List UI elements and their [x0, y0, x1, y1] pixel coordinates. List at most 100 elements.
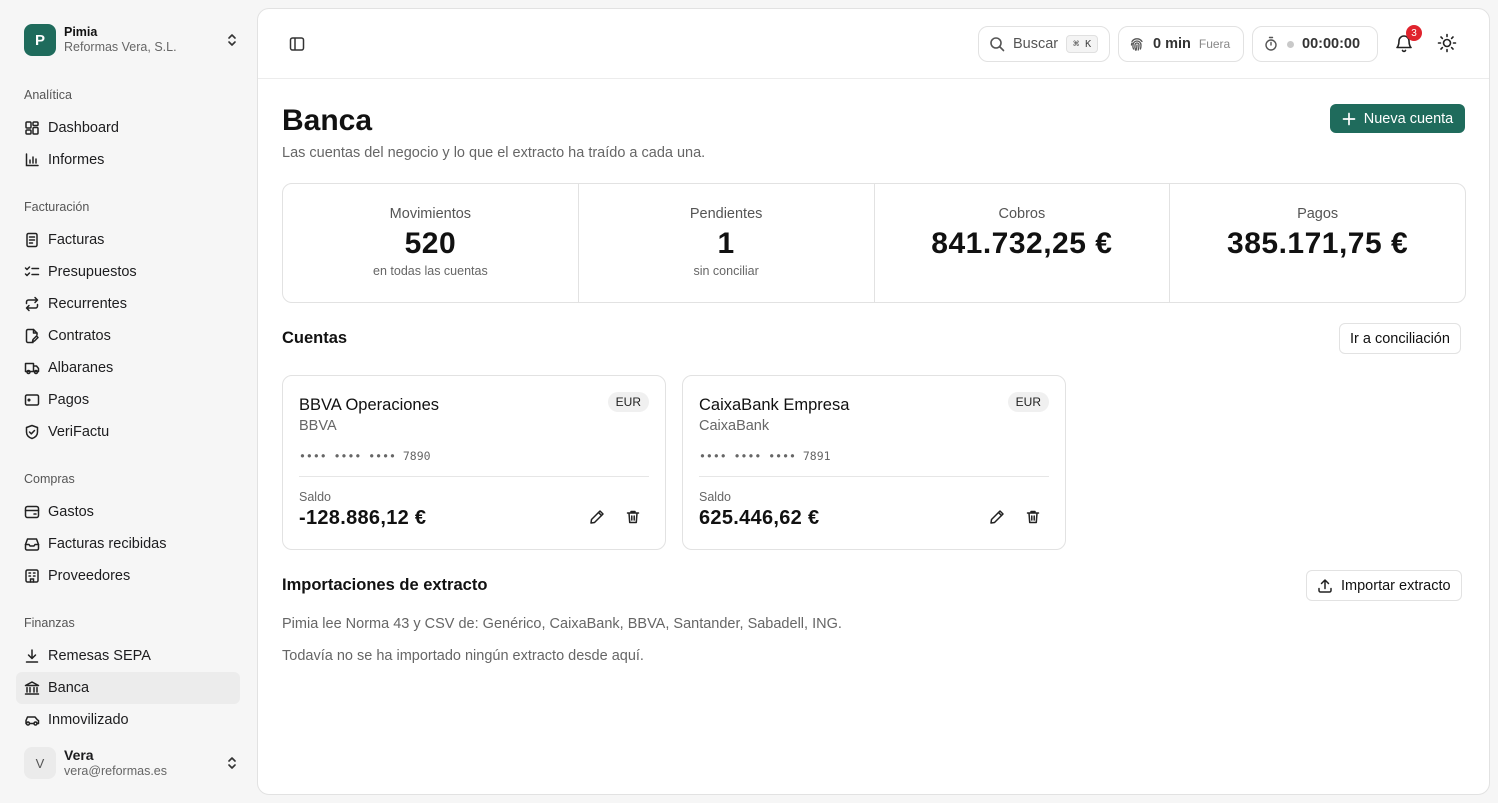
- divider: [299, 476, 649, 477]
- reconcile-label: Ir a conciliación: [1350, 330, 1450, 347]
- time-status: Fuera: [1198, 37, 1231, 51]
- sidebar-item-facturas-recibidas[interactable]: Facturas recibidas: [16, 528, 240, 560]
- bar-chart-icon: [24, 152, 40, 168]
- org-switcher[interactable]: P Pimia Reformas Vera, S.L.: [24, 24, 240, 56]
- new-account-button[interactable]: Nueva cuenta: [1330, 104, 1465, 133]
- sidebar-item-recurrentes[interactable]: Recurrentes: [16, 288, 240, 320]
- nav-group-facturacion: Facturación Facturas Presupuestos Recurr…: [16, 200, 240, 448]
- download-icon: [24, 648, 40, 664]
- account-card[interactable]: BBVA Operaciones BBVA EUR •••• •••• ••••…: [282, 375, 666, 550]
- sidebar-item-label: Facturas: [48, 232, 105, 248]
- sidebar-item-label: VeriFactu: [48, 424, 110, 440]
- upload-icon: [1317, 578, 1333, 594]
- fingerprint-icon: [1129, 36, 1145, 52]
- car-icon: [24, 712, 40, 728]
- stats-panel: Movimientos 520 en todas las cuentas Pen…: [282, 183, 1466, 303]
- import-statement-button[interactable]: Importar extracto: [1306, 570, 1462, 601]
- building-icon: [24, 568, 40, 584]
- org-company: Reformas Vera, S.L.: [64, 40, 177, 54]
- sidebar-item-presupuestos[interactable]: Presupuestos: [16, 256, 240, 288]
- currency-badge: EUR: [1007, 392, 1049, 412]
- stat-hint: en todas las cuentas: [373, 264, 488, 278]
- nav-group-label: Analítica: [24, 88, 72, 102]
- sidebar-item-verifactu[interactable]: VeriFactu: [16, 416, 240, 448]
- sidebar-item-informes[interactable]: Informes: [16, 144, 240, 176]
- sidebar-item-label: Facturas recibidas: [48, 536, 167, 552]
- currency-badge: EUR: [607, 392, 649, 412]
- reconcile-button[interactable]: Ir a conciliación: [1339, 323, 1461, 354]
- sidebar-item-label: Banca: [48, 680, 90, 696]
- search-icon: [989, 36, 1005, 52]
- chevron-updown-icon: [224, 755, 240, 771]
- stat-value: 520: [404, 227, 457, 260]
- stat-label: Pendientes: [689, 206, 763, 222]
- sidebar-item-label: Gastos: [48, 504, 94, 520]
- trash-icon[interactable]: [625, 509, 641, 525]
- timer-button[interactable]: 00:00:00: [1252, 26, 1378, 62]
- sidebar-item-albaranes[interactable]: Albaranes: [16, 352, 240, 384]
- stat-hint: sin conciliar: [693, 264, 759, 278]
- main-panel: Buscar ⌘ K 0 min Fuera 00:00:00 3 Banca …: [257, 8, 1490, 795]
- user-menu[interactable]: V Vera vera@reformas.es: [24, 747, 240, 779]
- sidebar-item-dashboard[interactable]: Dashboard: [16, 112, 240, 144]
- nav-group-finanzas: Finanzas Remesas SEPA Banca Inmovilizado: [16, 616, 240, 736]
- time-value: 0 min: [1153, 36, 1191, 52]
- stat-pendientes: Pendientes 1 sin conciliar: [579, 184, 875, 302]
- stat-pagos: Pagos 385.171,75 €: [1170, 184, 1465, 302]
- list-checks-icon: [24, 264, 40, 280]
- sidebar-item-proveedores[interactable]: Proveedores: [16, 560, 240, 592]
- account-card[interactable]: CaixaBank Empresa CaixaBank EUR •••• •••…: [682, 375, 1066, 550]
- account-iban: •••• •••• •••• 7891: [699, 449, 831, 463]
- sidebar-item-gastos[interactable]: Gastos: [16, 496, 240, 528]
- page-title: Banca: [282, 104, 373, 137]
- import-statement-label: Importar extracto: [1341, 577, 1451, 594]
- timer-status-dot: [1287, 40, 1294, 48]
- truck-icon: [24, 360, 40, 376]
- sidebar-item-pagos[interactable]: Pagos: [16, 384, 240, 416]
- sidebar-item-label: Informes: [48, 152, 105, 168]
- avatar: V: [24, 747, 56, 779]
- account-iban: •••• •••• •••• 7890: [299, 449, 431, 463]
- stat-label: Pagos: [1297, 206, 1339, 222]
- search-button[interactable]: Buscar ⌘ K: [978, 26, 1110, 62]
- sidebar-item-label: Inmovilizado: [48, 712, 129, 728]
- accounts-section-title: Cuentas: [282, 329, 348, 347]
- org-logo: P: [24, 24, 56, 56]
- pencil-icon[interactable]: [589, 509, 605, 525]
- chevron-updown-icon: [224, 32, 240, 48]
- landmark-icon: [24, 680, 40, 696]
- stat-cobros: Cobros 841.732,25 €: [875, 184, 1171, 302]
- account-bank: CaixaBank: [699, 418, 770, 434]
- nav-group-analitica: Analítica Dashboard Informes: [16, 88, 240, 176]
- stat-value: 385.171,75 €: [1227, 227, 1409, 260]
- sidebar-item-facturas[interactable]: Facturas: [16, 224, 240, 256]
- sidebar-item-inmovilizado[interactable]: Inmovilizado: [16, 704, 240, 736]
- pencil-icon[interactable]: [989, 509, 1005, 525]
- file-text-icon: [24, 232, 40, 248]
- page-subtitle: Las cuentas del negocio y lo que el extr…: [282, 145, 706, 161]
- divider: [699, 476, 1049, 477]
- wallet-cards-icon: [24, 504, 40, 520]
- search-shortcut: ⌘ K: [1066, 35, 1099, 53]
- org-name: Pimia: [64, 25, 98, 39]
- time-tracking-button[interactable]: 0 min Fuera: [1118, 26, 1244, 62]
- sidebar-item-label: Contratos: [48, 328, 111, 344]
- user-email: vera@reformas.es: [64, 764, 167, 778]
- trash-icon[interactable]: [1025, 509, 1041, 525]
- sidebar-item-label: Proveedores: [48, 568, 131, 584]
- sidebar-item-remesas-sepa[interactable]: Remesas SEPA: [16, 640, 240, 672]
- stat-value: 1: [717, 227, 735, 260]
- sidebar-item-label: Dashboard: [48, 120, 119, 136]
- nav-group-label: Facturación: [24, 200, 90, 214]
- sun-icon[interactable]: [1437, 33, 1457, 53]
- account-balance: 625.446,62 €: [699, 507, 820, 529]
- plus-icon: [1342, 112, 1356, 126]
- sidebar-toggle-icon[interactable]: [288, 35, 306, 53]
- sidebar-item-banca[interactable]: Banca: [16, 672, 240, 704]
- empty-imports-text: Todavía no se ha importado ningún extrac…: [282, 648, 644, 664]
- sidebar-item-contratos[interactable]: Contratos: [16, 320, 240, 352]
- stat-value: 841.732,25 €: [931, 227, 1113, 260]
- nav-group-compras: Compras Gastos Facturas recibidas Provee…: [16, 472, 240, 592]
- stat-label: Movimientos: [389, 206, 472, 222]
- inbox-icon: [24, 536, 40, 552]
